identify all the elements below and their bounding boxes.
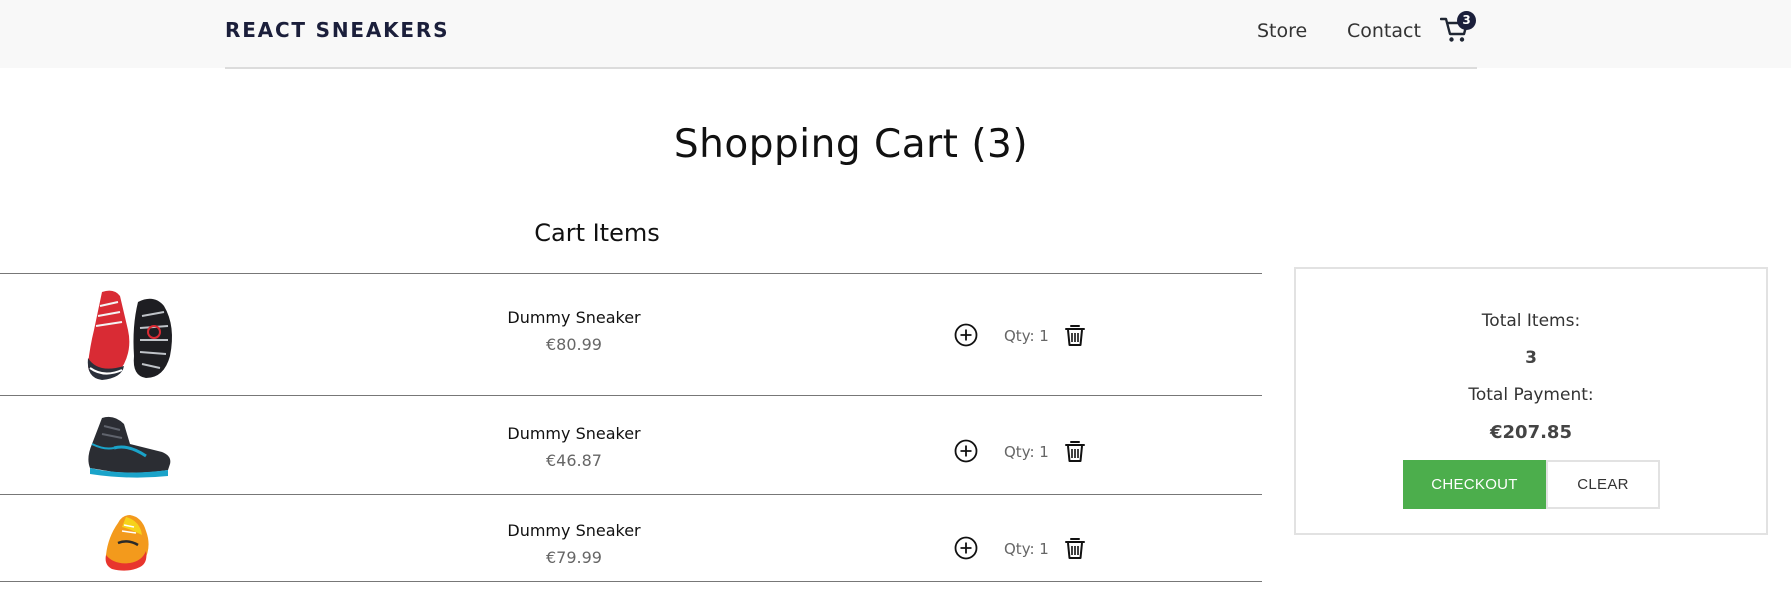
item-info: Dummy Sneaker €79.99: [460, 521, 688, 567]
nav-link-contact[interactable]: Contact: [1347, 20, 1421, 42]
item-name: Dummy Sneaker: [507, 308, 641, 327]
item-quantity: Qty: 1: [1004, 327, 1049, 345]
brand-logo[interactable]: REACT SNEAKERS: [225, 18, 449, 42]
item-price: €80.99: [546, 335, 602, 354]
item-quantity: Qty: 1: [1004, 443, 1049, 461]
item-price: €46.87: [546, 451, 602, 470]
item-name: Dummy Sneaker: [507, 521, 641, 540]
checkout-button[interactable]: CHECKOUT: [1403, 460, 1546, 509]
cart-count-badge: 3: [1457, 11, 1476, 30]
increase-quantity-button[interactable]: [953, 438, 979, 464]
plus-circle-icon: [954, 323, 978, 347]
total-items-label: Total Items:: [1481, 311, 1581, 331]
increase-quantity-button[interactable]: [953, 322, 979, 348]
section-title: Cart Items: [534, 219, 660, 247]
plus-circle-icon: [954, 536, 978, 560]
total-payment-value: €207.85: [1490, 422, 1572, 443]
cart-item-row: Dummy Sneaker €80.99 Qty: 1: [0, 273, 1262, 395]
trash-icon: [1065, 441, 1085, 462]
increase-quantity-button[interactable]: [953, 535, 979, 561]
cart-items-list: Dummy Sneaker €80.99 Qty: 1 Dummy Sneake…: [0, 273, 1262, 582]
item-info: Dummy Sneaker €46.87: [460, 424, 688, 470]
cart-summary-card: Total Items: 3 Total Payment: €207.85 CH…: [1294, 267, 1768, 535]
clear-cart-button[interactable]: CLEAR: [1546, 460, 1660, 509]
total-items-value: 3: [1525, 348, 1537, 368]
item-name: Dummy Sneaker: [507, 424, 641, 443]
remove-item-button[interactable]: [1062, 535, 1088, 561]
sneaker-thumbnail: [87, 290, 172, 380]
cart-button[interactable]: 3: [1440, 11, 1476, 46]
cart-item-row: Dummy Sneaker €79.99 Qty: 1: [0, 494, 1262, 582]
navbar: REACT SNEAKERS Store Contact 3: [0, 0, 1791, 69]
trash-icon: [1065, 325, 1085, 346]
item-price: €79.99: [546, 548, 602, 567]
item-quantity: Qty: 1: [1004, 540, 1049, 558]
total-payment-label: Total Payment:: [1468, 385, 1594, 405]
remove-item-button[interactable]: [1062, 438, 1088, 464]
cart-item-row: Dummy Sneaker €46.87 Qty: 1: [0, 395, 1262, 494]
nav-link-store[interactable]: Store: [1257, 20, 1307, 42]
trash-icon: [1065, 538, 1085, 559]
sneaker-thumbnail: [105, 515, 149, 571]
page-title: Shopping Cart (3): [673, 122, 1029, 167]
plus-circle-icon: [954, 439, 978, 463]
navbar-divider: [225, 67, 1477, 69]
remove-item-button[interactable]: [1062, 322, 1088, 348]
item-info: Dummy Sneaker €80.99: [460, 308, 688, 354]
sneaker-thumbnail: [88, 416, 171, 478]
